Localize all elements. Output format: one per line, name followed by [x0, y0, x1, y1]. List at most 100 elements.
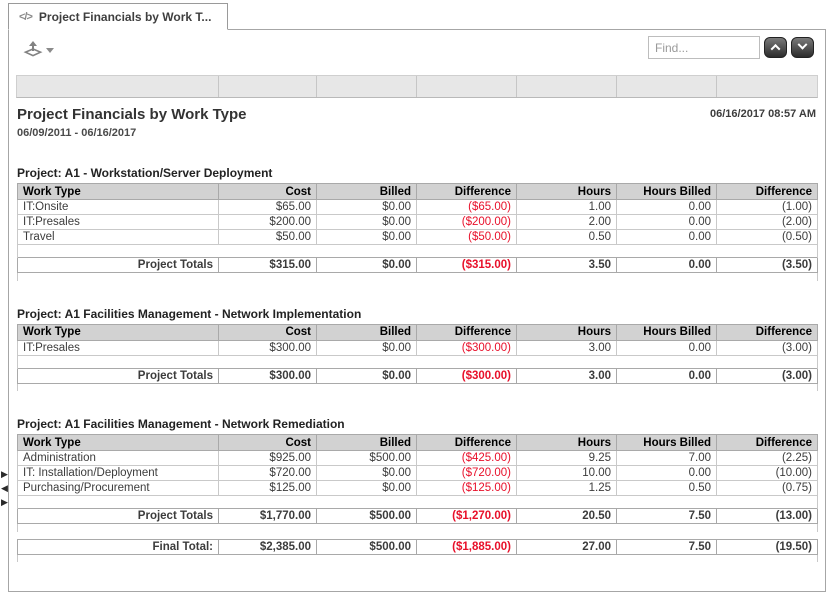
work-type-cell: Travel	[18, 230, 219, 245]
table-cell: $315.00	[219, 258, 317, 273]
row-marker-left-icon: ◀	[1, 484, 8, 493]
date-range: 06/09/2011 - 06/16/2017	[17, 127, 247, 139]
column-header: Difference	[417, 435, 517, 451]
table-cell: 0.00	[617, 200, 717, 215]
column-header-band	[16, 75, 818, 98]
table-cell: 0.50	[517, 230, 617, 245]
tab-project-financials[interactable]: </> Project Financials by Work T...	[8, 3, 228, 30]
column-header: Work Type	[18, 184, 219, 200]
column-header: Hours Billed	[617, 184, 717, 200]
table-cell: 7.50	[617, 509, 717, 524]
section-title: Project: A1 Facilities Management - Netw…	[17, 417, 817, 431]
project-totals-row: Project Totals$1,770.00$500.00($1,270.00…	[18, 509, 818, 524]
table-cell: 0.00	[617, 258, 717, 273]
code-icon: </>	[19, 11, 32, 23]
table-cell: ($1,270.00)	[417, 509, 517, 524]
work-type-cell: Final Total:	[18, 539, 219, 554]
table-cell: $500.00	[317, 451, 417, 466]
table-cell: ($720.00)	[417, 466, 517, 481]
find-next-button[interactable]	[791, 37, 814, 58]
table-row: IT:Presales$300.00$0.00($300.00)3.000.00…	[18, 340, 818, 355]
table-cell: 3.00	[517, 368, 617, 383]
table-row: IT:Presales$200.00$0.00($200.00)2.000.00…	[18, 215, 818, 230]
export-icon	[23, 39, 43, 59]
table-cell: 0.00	[617, 466, 717, 481]
page-title: Project Financials by Work Type	[17, 106, 247, 124]
table-cell: 0.00	[617, 368, 717, 383]
table-cell: $50.00	[219, 230, 317, 245]
toolbar	[9, 30, 825, 67]
work-type-cell: IT: Installation/Deployment	[18, 466, 219, 481]
final-total-table: Final Total:$2,385.00$500.00($1,885.00)2…	[17, 539, 818, 563]
table-cell: $500.00	[317, 539, 417, 554]
table-cell: (3.00)	[717, 368, 818, 383]
table-cell: (2.00)	[717, 215, 818, 230]
financials-table: Work TypeCostBilledDifferenceHoursHours …	[17, 434, 818, 532]
work-type-cell: Project Totals	[18, 258, 219, 273]
column-header: Billed	[317, 324, 417, 340]
table-cell: ($50.00)	[417, 230, 517, 245]
export-button[interactable]	[21, 37, 56, 61]
table-cell: $125.00	[219, 481, 317, 496]
find-previous-button[interactable]	[764, 37, 787, 58]
work-type-cell: Administration	[18, 451, 219, 466]
chevron-down-icon	[46, 48, 54, 53]
find-input[interactable]	[648, 36, 760, 59]
column-header: Billed	[317, 435, 417, 451]
column-header: Hours	[517, 184, 617, 200]
table-cell: (3.00)	[717, 340, 818, 355]
financials-table: Work TypeCostBilledDifferenceHoursHours …	[17, 324, 818, 392]
table-cell: 20.50	[517, 509, 617, 524]
column-header: Work Type	[18, 435, 219, 451]
band-cell	[716, 76, 817, 97]
report-viewer-frame: Project Financials by Work Type 06/09/20…	[8, 29, 826, 592]
work-type-cell: Project Totals	[18, 368, 219, 383]
table-cell: 3.50	[517, 258, 617, 273]
table-cell: 10.00	[517, 466, 617, 481]
table-cell: 7.00	[617, 451, 717, 466]
work-type-cell: IT:Presales	[18, 340, 219, 355]
column-header: Cost	[219, 324, 317, 340]
row-marker-right-icon: ▶	[1, 470, 8, 479]
table-cell: 3.00	[517, 340, 617, 355]
table-cell: $0.00	[317, 200, 417, 215]
table-cell: 7.50	[617, 539, 717, 554]
table-cell: $500.00	[317, 509, 417, 524]
table-row: IT:Onsite$65.00$0.00($65.00)1.000.00(1.0…	[18, 200, 818, 215]
row-marker-right-icon: ▶	[1, 498, 8, 507]
work-type-cell: Project Totals	[18, 509, 219, 524]
table-cell: 2.00	[517, 215, 617, 230]
section-title: Project: A1 Facilities Management - Netw…	[17, 307, 817, 321]
column-header: Difference	[417, 184, 517, 200]
table-cell: $0.00	[317, 466, 417, 481]
table-row: Purchasing/Procurement$125.00$0.00($125.…	[18, 481, 818, 496]
table-cell: $300.00	[219, 368, 317, 383]
table-cell: (13.00)	[717, 509, 818, 524]
table-cell: (3.50)	[717, 258, 818, 273]
table-cell: (0.75)	[717, 481, 818, 496]
table-cell: 0.00	[617, 215, 717, 230]
tab-title: Project Financials by Work T...	[39, 10, 212, 24]
empty-cell	[18, 554, 818, 562]
table-cell: $0.00	[317, 340, 417, 355]
table-cell: 9.25	[517, 451, 617, 466]
table-cell: (10.00)	[717, 466, 818, 481]
table-cell: (1.00)	[717, 200, 818, 215]
table-cell: $0.00	[317, 258, 417, 273]
report-sections: Project: A1 - Workstation/Server Deploym…	[17, 166, 817, 562]
work-type-cell: Purchasing/Procurement	[18, 481, 219, 496]
table-cell: ($125.00)	[417, 481, 517, 496]
table-cell: $1,770.00	[219, 509, 317, 524]
table-cell: 0.50	[617, 481, 717, 496]
table-cell: ($300.00)	[417, 340, 517, 355]
empty-cell	[18, 273, 818, 281]
spacer-row	[18, 496, 818, 509]
trailer-row	[18, 273, 818, 281]
table-cell: $0.00	[317, 215, 417, 230]
table-cell: 1.25	[517, 481, 617, 496]
project-totals-row: Project Totals$300.00$0.00($300.00)3.000…	[18, 368, 818, 383]
table-cell: $0.00	[317, 481, 417, 496]
empty-cell	[18, 383, 818, 391]
table-cell: 27.00	[517, 539, 617, 554]
column-header: Work Type	[18, 324, 219, 340]
